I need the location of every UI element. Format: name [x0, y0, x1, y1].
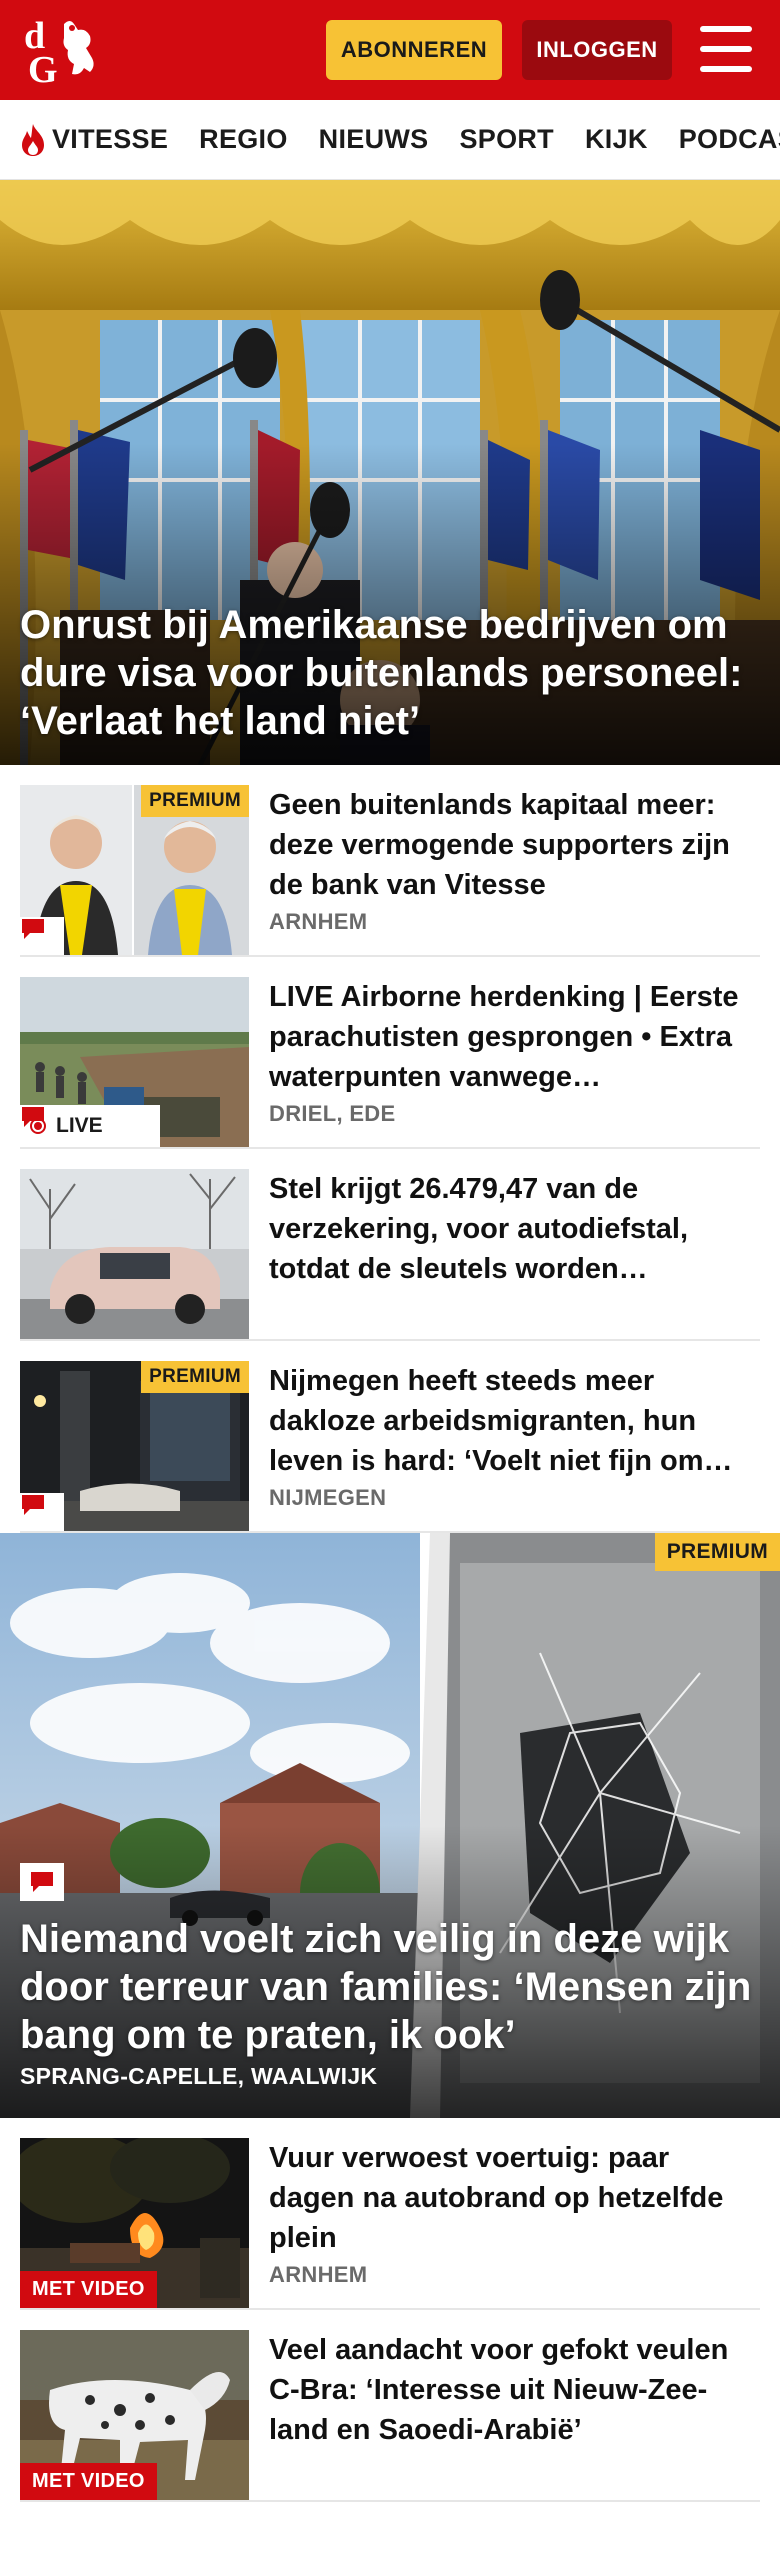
- feature-article[interactable]: PREMIUM Niemand voelt zich veilig in dez…: [0, 1533, 780, 2118]
- list-item[interactable]: Stel krijgt 26.479,47 van de verzekering…: [20, 1149, 760, 1341]
- article-thumbnail: PREMIUM: [20, 1361, 249, 1531]
- feature-title[interactable]: Niemand voelt zich veilig in deze wijk d…: [20, 1915, 762, 2059]
- section-nav: VITESSE REGIO NIEUWS SPORT KIJK PODCAST: [0, 100, 780, 180]
- live-indicator: LIVE: [20, 1105, 160, 1147]
- hamburger-menu-icon[interactable]: [700, 26, 752, 72]
- nav-item-vitesse[interactable]: VITESSE: [18, 123, 168, 157]
- feature-location: SPRANG-CAPELLE, WAALWIJK: [20, 2063, 378, 2089]
- article-title[interactable]: Veel aandacht voor gefokt veulen C-Bra: …: [269, 2330, 760, 2450]
- live-label: LIVE: [56, 1114, 103, 1137]
- list-item[interactable]: PREMIUM Geen buitenlands kapitaal meer: …: [20, 765, 760, 957]
- article-location: NIJMEGEN: [269, 1485, 387, 1510]
- nav-label: VITESSE: [52, 124, 169, 154]
- video-badge: MET VIDEO: [20, 2271, 157, 2308]
- nav-item-podcast[interactable]: PODCAST: [679, 124, 780, 155]
- article-title[interactable]: Vuur verwoest voertuig: paar dagen na au…: [269, 2138, 760, 2258]
- premium-badge: PREMIUM: [141, 785, 249, 817]
- hero-title[interactable]: Onrust bij Amerikaanse bedrijven om dure…: [20, 601, 760, 745]
- nav-item-nieuws[interactable]: NIEUWS: [319, 124, 429, 155]
- flame-icon: [22, 123, 44, 156]
- premium-badge: PREMIUM: [141, 1361, 249, 1393]
- comment-icon: [20, 1863, 64, 1901]
- article-title[interactable]: Geen buitenlands kapitaal meer: deze ver…: [269, 785, 760, 905]
- premium-badge: PREMIUM: [654, 1533, 780, 1571]
- article-list: PREMIUM Geen buitenlands kapitaal meer: …: [0, 765, 780, 1533]
- list-item[interactable]: MET VIDEO Vuur verwoest voertuig: paar d…: [20, 2118, 760, 2310]
- video-badge: MET VIDEO: [20, 2463, 157, 2500]
- article-thumbnail: PREMIUM: [20, 785, 249, 955]
- comment-icon: [20, 917, 64, 955]
- svg-text:G: G: [28, 49, 58, 86]
- top-bar: d G ABONNEREN INLOGGEN: [0, 0, 780, 100]
- article-title[interactable]: LIVE Airborne herdenking | Eerste parach…: [269, 977, 760, 1097]
- article-location: ARNHEM: [269, 909, 368, 934]
- gelderlander-logo-icon: d G: [24, 15, 94, 86]
- article-thumbnail: [20, 1169, 249, 1339]
- hero-article[interactable]: Onrust bij Amerikaanse bedrijven om dure…: [0, 180, 780, 765]
- nav-item-kijk[interactable]: KIJK: [585, 124, 648, 155]
- comment-icon: [22, 1107, 44, 1127]
- article-list-2: MET VIDEO Vuur verwoest voertuig: paar d…: [0, 2118, 780, 2502]
- article-thumbnail: MET VIDEO: [20, 2330, 249, 2500]
- subscribe-button[interactable]: ABONNEREN: [326, 20, 502, 80]
- logo[interactable]: d G: [20, 10, 110, 90]
- list-item[interactable]: MET VIDEO Veel aandacht voor gefokt veul…: [20, 2310, 760, 2502]
- article-title[interactable]: Stel krijgt 26.479,47 van de verzekering…: [269, 1169, 760, 1289]
- article-location: DRIEL, EDE: [269, 1101, 396, 1126]
- list-item[interactable]: PREMIUM Nijmegen heeft steeds meer daklo…: [20, 1341, 760, 1533]
- nav-item-sport[interactable]: SPORT: [459, 124, 554, 155]
- nav-item-regio[interactable]: REGIO: [199, 124, 288, 155]
- article-thumbnail: LIVE: [20, 977, 249, 1147]
- login-button[interactable]: INLOGGEN: [522, 20, 672, 80]
- article-thumbnail: MET VIDEO: [20, 2138, 249, 2308]
- article-title[interactable]: Nijmegen heeft steeds meer dakloze arbei…: [269, 1361, 760, 1481]
- comment-icon: [20, 1493, 64, 1531]
- list-item[interactable]: LIVE LIVE Airborne herdenking | Eerste p…: [20, 957, 760, 1149]
- article-image: [20, 1169, 249, 1339]
- article-location: ARNHEM: [269, 2262, 368, 2287]
